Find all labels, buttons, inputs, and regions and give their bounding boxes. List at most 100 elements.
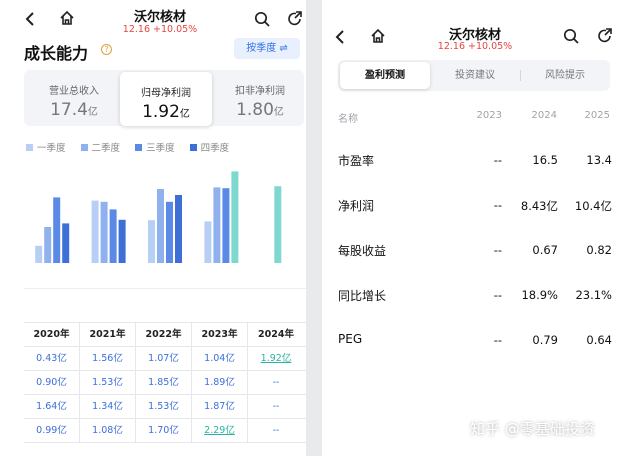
back-icon[interactable] bbox=[334, 30, 346, 44]
table-cell[interactable]: 1.56亿 bbox=[80, 347, 136, 371]
bar-2022年-一季度[interactable] bbox=[148, 220, 155, 263]
help-icon[interactable]: ? bbox=[101, 44, 112, 55]
row-label: 同比增长 bbox=[338, 289, 387, 303]
stock-title: 沃尔核材 bbox=[133, 10, 186, 25]
table-cell[interactable]: 1.04亿 bbox=[192, 347, 248, 371]
table-cell[interactable]: 1.53亿 bbox=[80, 371, 136, 395]
row-label: 每股收益 bbox=[338, 244, 387, 258]
table-cell[interactable]: 1.64亿 bbox=[24, 395, 80, 419]
row-value: -- bbox=[493, 198, 502, 212]
bar-2021年-一季度[interactable] bbox=[91, 200, 99, 263]
bar-2023年-四季度[interactable] bbox=[231, 171, 239, 263]
metric-label: 扣非净利润 bbox=[235, 86, 285, 97]
table-cell[interactable]: 0.99亿 bbox=[24, 419, 80, 443]
watermark: 知乎 @零基础投资 bbox=[470, 420, 595, 438]
bar-2022年-三季度[interactable] bbox=[166, 201, 173, 263]
back-icon[interactable] bbox=[24, 12, 36, 26]
stock-change: 12.16 +10.05% bbox=[437, 41, 513, 52]
bar-2020年-一季度[interactable] bbox=[35, 245, 43, 263]
quarter-toggle-button[interactable]: 按季度 ⇌ bbox=[234, 38, 300, 59]
legend-item[interactable]: 二季度 bbox=[80, 140, 121, 154]
table-row: 1.64亿 1.34亿 1.53亿 1.87亿 -- bbox=[24, 395, 306, 419]
forecast-panel: 沃尔核材 12.16 +10.05% 盈利预测 投资建议 风险提示 名称 202… bbox=[322, 0, 640, 456]
chart-divider bbox=[24, 288, 306, 289]
table-row: 0.99亿 1.08亿 1.70亿 2.29亿 -- bbox=[24, 419, 306, 443]
table-cell: -- bbox=[272, 425, 280, 436]
bar-2021年-二季度[interactable] bbox=[100, 201, 108, 263]
search-icon[interactable] bbox=[563, 28, 579, 44]
row-value: -- bbox=[493, 153, 502, 167]
table-cell-highlight[interactable]: 1.92亿 bbox=[248, 347, 304, 371]
chart-legend: 一季度 二季度 三季度 四季度 bbox=[26, 140, 241, 154]
metric-unit: 亿 bbox=[273, 107, 284, 118]
row-value: 10.4亿 bbox=[574, 199, 612, 213]
column-header-year: 2024 bbox=[531, 110, 557, 121]
bar-2020年-四季度[interactable] bbox=[62, 223, 70, 263]
tab-profit-forecast[interactable]: 盈利预测 bbox=[340, 62, 430, 89]
section-title: 成长能力 bbox=[24, 44, 89, 63]
legend-label: 二季度 bbox=[91, 143, 121, 154]
table-header-cell: 2023年 bbox=[192, 323, 248, 347]
legend-item[interactable]: 三季度 bbox=[135, 140, 175, 154]
bar-2023年-一季度[interactable] bbox=[204, 221, 212, 263]
growth-panel: 沃尔核材 12.16 +10.05% 成长能力 ? 按季度 ⇌ 营业总收入 17… bbox=[0, 0, 306, 456]
legend-item[interactable]: 一季度 bbox=[26, 140, 66, 154]
bar-2020年-三季度[interactable] bbox=[53, 197, 61, 263]
table-cell[interactable]: 1.70亿 bbox=[136, 419, 192, 443]
table-cell[interactable]: 1.89亿 bbox=[192, 371, 248, 395]
legend-swatch bbox=[80, 144, 88, 151]
bar-2023年-三季度[interactable] bbox=[222, 188, 230, 263]
row-value: 0.67 bbox=[532, 243, 558, 257]
row-value: 0.82 bbox=[586, 243, 612, 257]
legend-swatch bbox=[135, 144, 143, 151]
bar-2020年-二季度[interactable] bbox=[44, 227, 52, 263]
bar-2023年-二季度[interactable] bbox=[213, 187, 221, 263]
table-row: 0.43亿 1.56亿 1.07亿 1.04亿 1.92亿 bbox=[24, 347, 306, 371]
table-cell[interactable]: 1.53亿 bbox=[136, 395, 192, 419]
table-header-cell: 2022年 bbox=[136, 323, 192, 347]
row-value: 13.4 bbox=[586, 153, 612, 167]
metric-selector: 营业总收入 17.4亿 归母净利润 1.92亿 扣非净利润 1.80亿 bbox=[24, 70, 304, 126]
share-icon[interactable] bbox=[597, 28, 613, 44]
legend-label: 四季度 bbox=[200, 143, 230, 154]
bar-2024年-一季度[interactable] bbox=[274, 186, 282, 263]
home-icon[interactable] bbox=[59, 10, 75, 26]
search-icon[interactable] bbox=[254, 11, 270, 27]
table-cell[interactable]: 1.07亿 bbox=[136, 347, 192, 371]
metric-deducted-profit[interactable]: 扣非净利润 1.80亿 bbox=[214, 70, 306, 126]
home-icon[interactable] bbox=[370, 28, 386, 44]
metric-net-profit[interactable]: 归母净利润 1.92亿 bbox=[120, 72, 212, 126]
share-icon[interactable] bbox=[287, 11, 303, 27]
metric-number: 1.92 bbox=[142, 102, 180, 122]
table-cell[interactable]: 0.90亿 bbox=[24, 371, 80, 395]
table-cell[interactable]: 1.34亿 bbox=[80, 395, 136, 419]
bar-2021年-四季度[interactable] bbox=[118, 219, 126, 263]
row-value: -- bbox=[493, 333, 502, 347]
stock-change: 12.16 +10.05% bbox=[122, 24, 198, 35]
row-value: 0.64 bbox=[586, 333, 612, 347]
bar-2021年-三季度[interactable] bbox=[109, 209, 117, 263]
table-cell[interactable]: 1.08亿 bbox=[80, 419, 136, 443]
metric-revenue[interactable]: 营业总收入 17.4亿 bbox=[28, 70, 120, 126]
column-header-year: 2025 bbox=[584, 110, 610, 121]
table-cell[interactable]: 0.43亿 bbox=[24, 347, 80, 371]
row-value: -- bbox=[493, 243, 502, 257]
legend-item[interactable]: 四季度 bbox=[189, 140, 230, 154]
quarterly-table: 2020年 2021年 2022年 2023年 2024年 0.43亿 1.56… bbox=[24, 322, 306, 443]
tab-investment-advice[interactable]: 投资建议 bbox=[430, 60, 520, 91]
table-header-cell: 2021年 bbox=[80, 323, 136, 347]
metric-label: 营业总收入 bbox=[49, 86, 99, 97]
bar-2022年-二季度[interactable] bbox=[157, 189, 164, 263]
quarterly-bar-chart bbox=[35, 171, 282, 263]
metric-value: 1.80亿 bbox=[214, 100, 306, 120]
table-cell: -- bbox=[272, 401, 280, 412]
table-cell[interactable]: 1.85亿 bbox=[136, 371, 192, 395]
row-value: 16.5 bbox=[532, 153, 558, 167]
metric-number: 1.80 bbox=[236, 100, 274, 120]
table-cell[interactable]: 1.87亿 bbox=[192, 395, 248, 419]
bar-2022年-四季度[interactable] bbox=[175, 195, 182, 263]
metric-value: 1.92亿 bbox=[120, 102, 212, 122]
metric-value: 17.4亿 bbox=[28, 100, 120, 120]
tab-risk-warning[interactable]: 风险提示 bbox=[520, 60, 610, 91]
table-cell-highlight[interactable]: 2.29亿 bbox=[192, 419, 248, 443]
